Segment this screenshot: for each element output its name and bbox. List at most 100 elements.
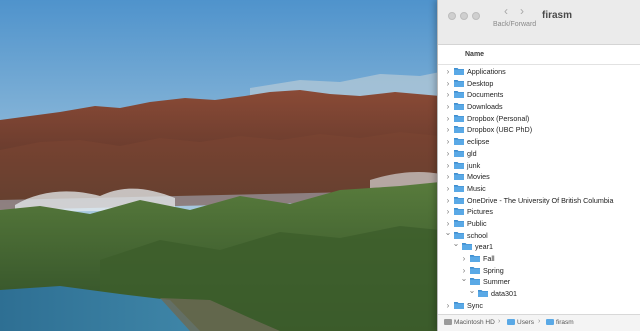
list-item[interactable]: ⌄ year1 [438,239,640,253]
chevron-right-icon[interactable]: › [444,207,452,216]
crumb-separator: › [498,318,501,325]
chevron-right-icon[interactable]: › [444,114,452,123]
list-item[interactable]: › Downloads [438,101,640,113]
chevron-right-icon[interactable]: › [444,67,452,76]
list-item[interactable]: › Documents [438,89,640,101]
chevron-right-icon[interactable]: › [444,90,452,99]
home-folder-icon [546,319,554,325]
chevron-down-icon[interactable]: ⌄ [468,286,476,295]
list-item[interactable]: › Movies [438,171,640,183]
chevron-right-icon[interactable]: › [444,172,452,181]
chevron-right-icon[interactable]: › [444,149,452,158]
chevron-right-icon[interactable]: › [444,219,452,228]
folder-icon [454,138,464,146]
chevron-right-icon[interactable]: › [460,254,468,263]
chevron-right-icon[interactable]: › [444,161,452,170]
window-title: firasm [542,10,573,21]
chevron-right-icon[interactable]: › [444,184,452,193]
chevron-right-icon[interactable]: › [444,79,452,88]
chevron-right-icon[interactable]: › [444,137,452,146]
list-item[interactable]: › OneDrive - The University Of British Co… [438,195,640,207]
finder-window: ‹ › Back/Forward firasm Name › Applicatio… [437,0,640,331]
list-item-label: Dropbox (UBC PhD) [467,125,533,135]
file-list: › Applications › Desktop › Documents › Download… [438,66,640,311]
folder-icon [454,126,464,134]
folder-icon [462,243,472,251]
list-item[interactable]: › Spring [438,265,640,277]
folder-icon [454,114,464,122]
list-item-label: Documents [467,90,504,100]
list-item[interactable]: › eclipse [438,136,640,148]
list-item-label: junk [467,160,481,170]
list-item-label: Desktop [467,78,494,88]
chevron-down-icon[interactable]: ⌄ [452,239,460,248]
close-icon[interactable] [448,12,456,20]
list-item-label: Movies [467,172,490,182]
folder-icon [454,79,464,87]
chevron-right-icon[interactable]: › [460,266,468,275]
list-item-label: Applications [467,67,506,76]
chevron-right-icon[interactable]: › [444,102,452,111]
name-column-header[interactable]: Name [438,45,640,65]
list-item[interactable]: › Dropbox (Personal) [438,113,640,125]
list-item[interactable]: › Desktop [438,78,640,90]
folder-icon [454,91,464,99]
crumb-macintosh-hd[interactable]: Macintosh HD [444,319,495,326]
column-header-label: Name [465,51,485,58]
folder-icon [470,255,480,262]
list-item-label: Spring [483,265,504,275]
list-item[interactable]: › Sync [438,300,640,312]
list-item[interactable]: › Public [438,218,640,230]
list-item-label: Fall [483,254,495,263]
list-item[interactable]: ⌄ data301 [438,286,640,300]
folder-icon [454,219,464,227]
list-item[interactable]: › gld [438,148,640,160]
folder-icon [454,208,464,216]
folder-icon [454,103,464,111]
folder-icon [478,290,488,298]
chevron-down-icon[interactable]: ⌄ [460,274,468,283]
forward-button[interactable]: › [520,5,524,17]
list-item[interactable]: › Applications [438,66,640,78]
chevron-right-icon[interactable]: › [444,196,452,205]
chevron-down-icon[interactable]: ⌄ [444,228,452,237]
list-item-label: Public [467,218,487,228]
list-item[interactable]: › junk [438,160,640,172]
title-bar: ‹ › Back/Forward firasm [438,0,640,45]
list-item-label: data301 [491,289,517,299]
list-item[interactable]: › Pictures [438,206,640,218]
chevron-right-icon[interactable]: › [444,125,452,134]
list-item-label: OneDrive - The University Of British Col… [467,195,614,205]
list-item-label: gld [467,148,477,158]
folder-icon [454,231,464,239]
zoom-icon[interactable] [472,12,480,20]
crumb-separator: › [538,318,541,325]
list-item[interactable]: › Music [438,183,640,195]
back-button[interactable]: ‹ [504,5,508,17]
crumb-firasm[interactable]: firasm [546,319,574,326]
list-item-label: Sync [467,300,483,310]
minimize-icon[interactable] [460,12,468,20]
list-item-label: Music [467,183,486,193]
list-item[interactable]: › Fall [438,253,640,265]
list-item-label: school [467,230,488,240]
crumb-users[interactable]: Users [507,319,534,326]
folder-icon [470,278,480,286]
folder-icon [454,68,464,75]
folder-icon [454,301,464,309]
path-bar: Macintosh HD › Users › firasm [438,314,640,331]
folder-icon [454,184,464,192]
list-item[interactable]: › Dropbox (UBC PhD) [438,124,640,136]
list-item[interactable]: ⌄ school [438,228,640,242]
folder-icon [454,161,464,169]
folder-icon [507,319,515,325]
list-item-label: eclipse [467,137,490,147]
list-item-label: Summer [483,277,511,287]
nav-caption: Back/Forward [493,21,537,28]
list-item-label: year1 [475,242,493,252]
hard-drive-icon [444,319,452,325]
chevron-right-icon[interactable]: › [444,301,452,310]
folder-icon [454,173,464,181]
list-item-label: Pictures [467,207,493,217]
list-item-label: Downloads [467,102,503,112]
